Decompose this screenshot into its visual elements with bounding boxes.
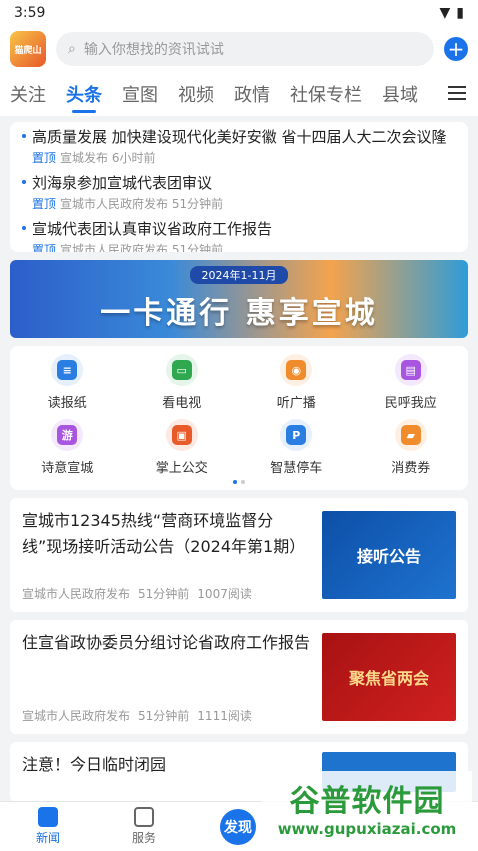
pinned-news-item[interactable]: 高质量发展 加快建设现代化美好安徽 省十四届人大二次会议隆 置顶 宣城发布 6小时… bbox=[22, 126, 456, 166]
pinned-news-item[interactable]: 宣城代表团认真审议省政府工作报告 置顶 宣城市人民政府发布 51分钟前 bbox=[22, 218, 456, 252]
status-bar: 3:59 ▼ ▮ bbox=[0, 0, 478, 26]
grid-icon bbox=[134, 807, 154, 827]
watermark: 谷普软件园 www.gupuxiazai.com bbox=[262, 771, 472, 843]
nav-service[interactable]: 服务 bbox=[96, 807, 192, 846]
menu-icon[interactable] bbox=[448, 86, 466, 100]
service-item[interactable]: ▰ 消费券 bbox=[354, 419, 469, 476]
service-item[interactable]: ▣ 掌上公交 bbox=[125, 419, 240, 476]
tab-social-security[interactable]: 社保专栏 bbox=[290, 81, 362, 107]
news-time: 6小时前 bbox=[111, 151, 156, 165]
service-item[interactable]: ≡ 读报纸 bbox=[10, 354, 125, 411]
news-time: 51分钟前 bbox=[138, 709, 190, 723]
promo-banner[interactable]: 2024年1-11月 一卡通行 惠享宣城 bbox=[10, 260, 468, 338]
tab-pictures[interactable]: 宣图 bbox=[122, 81, 158, 107]
carousel-dot bbox=[233, 480, 237, 484]
tab-follow[interactable]: 关注 bbox=[10, 81, 46, 107]
news-time: 51分钟前 bbox=[171, 197, 224, 211]
service-label: 掌上公交 bbox=[155, 461, 208, 476]
pinned-news-title: 刘海泉参加宣城代表团审议 bbox=[22, 172, 456, 193]
banner-text: 一卡通行 惠享宣城 bbox=[100, 296, 378, 331]
service-label: 智慧停车 bbox=[270, 461, 323, 476]
travel-icon: 游 bbox=[51, 419, 84, 451]
watermark-url: www.gupuxiazai.com bbox=[277, 820, 457, 838]
tab-video[interactable]: 视频 bbox=[178, 81, 214, 107]
news-source: 宣城市人民政府发布 bbox=[22, 587, 131, 601]
service-item[interactable]: P 智慧停车 bbox=[239, 419, 354, 476]
search-icon: ⌕ bbox=[68, 41, 76, 57]
pinned-badge: 置顶 bbox=[32, 197, 57, 211]
channel-tabs: 关注 头条 宣图 视频 政情 社保专栏 县域 bbox=[0, 72, 478, 116]
service-label: 消费券 bbox=[391, 461, 431, 476]
service-label: 读报纸 bbox=[47, 396, 87, 411]
service-item[interactable]: ▭ 看电视 bbox=[125, 354, 240, 411]
news-time: 51分钟前 bbox=[138, 587, 190, 601]
service-label: 听广播 bbox=[276, 396, 316, 411]
nav-discover[interactable]: 发现 bbox=[220, 808, 256, 845]
services-grid: ≡ 读报纸 ▭ 看电视 ◉ 听广播 ▤ 民呼我应游诗意宣城 ▣ 掌上公交 P 智慧停车 ▰ 消费券 bbox=[10, 346, 468, 490]
news-title: 注意！今日临时闭园 bbox=[22, 755, 167, 774]
app-logo[interactable]: 猫爬山 bbox=[10, 31, 46, 67]
news-card[interactable]: 宣城市12345热线“营商环境监督分线”现场接听活动公告（2024年第1期） 宣… bbox=[10, 498, 468, 612]
news-source: 宣城市人民政府发布 bbox=[60, 197, 169, 211]
nav-news-label: 新闻 bbox=[35, 831, 60, 845]
banner-date: 2024年1-11月 bbox=[189, 266, 289, 284]
search-placeholder: 输入你想找的资讯试试 bbox=[83, 42, 224, 58]
service-label: 看电视 bbox=[162, 396, 202, 411]
chat-icon: ▤ bbox=[394, 354, 427, 386]
add-button[interactable]: + bbox=[444, 37, 468, 61]
pinned-news-item[interactable]: 刘海泉参加宣城代表团审议 置顶 宣城市人民政府发布 51分钟前 bbox=[22, 172, 456, 212]
battery-icon: ▮ bbox=[456, 5, 464, 21]
search-row: 猫爬山 ⌕ 输入你想找的资讯试试 + bbox=[0, 26, 478, 72]
status-time: 3:59 bbox=[14, 5, 46, 21]
nav-news[interactable]: 新闻 bbox=[0, 807, 96, 846]
news-reads: 1111阅读 bbox=[197, 709, 252, 723]
tab-county[interactable]: 县域 bbox=[382, 81, 418, 107]
nav-service-label: 服务 bbox=[131, 831, 156, 845]
coupon-icon: ▰ bbox=[394, 419, 427, 451]
news-thumbnail: 接听公告 bbox=[322, 511, 456, 599]
pinned-news-list: 高质量发展 加快建设现代化美好安徽 省十四届人大二次会议隆 置顶 宣城发布 6小时… bbox=[10, 122, 468, 252]
news-reads: 1007阅读 bbox=[197, 587, 252, 601]
news-source: 宣城市人民政府发布 bbox=[60, 243, 169, 252]
status-icons: ▼ ▮ bbox=[440, 5, 465, 21]
search-input[interactable]: ⌕ 输入你想找的资讯试试 bbox=[56, 32, 434, 66]
radio-icon: ◉ bbox=[280, 354, 313, 386]
watermark-text: 谷普软件园 bbox=[289, 784, 445, 819]
news-source: 宣城市人民政府发布 bbox=[22, 709, 131, 723]
service-item[interactable]: ◉ 听广播 bbox=[239, 354, 354, 411]
pinned-badge: 置顶 bbox=[32, 151, 57, 165]
news-title: 住宣省政协委员分组讨论省政府工作报告 bbox=[22, 633, 311, 652]
pinned-badge: 置顶 bbox=[32, 243, 57, 252]
news-title: 宣城市12345热线“营商环境监督分线”现场接听活动公告（2024年第1期） bbox=[22, 511, 306, 556]
newspaper-icon: ≡ bbox=[51, 354, 84, 386]
service-item[interactable]: ▤ 民呼我应 bbox=[354, 354, 469, 411]
news-icon bbox=[38, 807, 58, 827]
tv-icon: ▭ bbox=[165, 354, 198, 386]
tab-politics[interactable]: 政情 bbox=[234, 81, 270, 107]
news-card[interactable]: 住宣省政协委员分组讨论省政府工作报告 宣城市人民政府发布 51分钟前 1111阅读 … bbox=[10, 620, 468, 734]
service-label: 诗意宣城 bbox=[41, 461, 94, 476]
news-time: 51分钟前 bbox=[171, 243, 224, 252]
bus-icon: ▣ bbox=[165, 419, 198, 451]
news-thumbnail: 聚焦省两会 bbox=[322, 633, 456, 721]
parking-icon: P bbox=[280, 419, 313, 451]
service-label: 民呼我应 bbox=[384, 396, 437, 411]
carousel-dots bbox=[10, 480, 468, 484]
pinned-news-title: 高质量发展 加快建设现代化美好安徽 省十四届人大二次会议隆 bbox=[22, 126, 456, 147]
tab-headlines[interactable]: 头条 bbox=[66, 81, 102, 113]
service-item[interactable]: 游诗意宣城 bbox=[10, 419, 125, 476]
wifi-icon: ▼ bbox=[439, 5, 451, 21]
carousel-dot bbox=[241, 480, 245, 484]
news-source: 宣城发布 bbox=[60, 151, 109, 165]
pinned-news-title: 宣城代表团认真审议省政府工作报告 bbox=[22, 218, 456, 239]
